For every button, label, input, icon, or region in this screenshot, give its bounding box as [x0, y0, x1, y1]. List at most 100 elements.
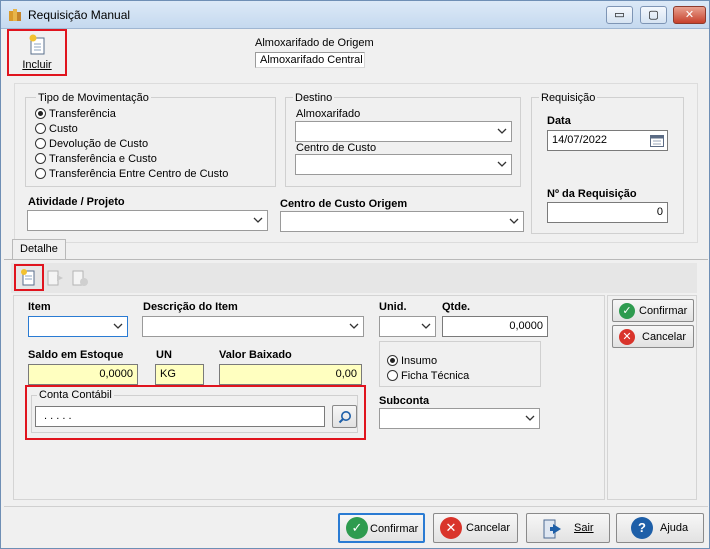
chevron-down-icon	[509, 218, 519, 224]
valor-baixado-label: Valor Baixado	[219, 349, 292, 361]
subconta-label: Subconta	[379, 395, 430, 407]
cancel-icon: ✕	[440, 517, 462, 539]
chevron-down-icon	[497, 161, 507, 167]
un-field: KG	[155, 364, 204, 385]
chevron-down-icon	[113, 323, 123, 329]
atividade-combo[interactable]	[27, 210, 268, 231]
new-document-icon	[29, 34, 45, 55]
close-icon: ✕	[684, 9, 695, 21]
valor-baixado-value: 0,00	[335, 368, 357, 380]
radio-label: Devolução de Custo	[49, 138, 149, 150]
radio-label: Transferência Entre Centro de Custo	[49, 168, 229, 180]
qtde-value: 0,0000	[509, 320, 543, 332]
sair-button[interactable]: Sair	[526, 513, 610, 543]
radio-dot-selected	[35, 108, 46, 119]
destino-title: Destino	[293, 92, 335, 104]
almoxarifado-combo[interactable]	[295, 121, 512, 142]
maximize-button[interactable]: ▢	[640, 6, 667, 24]
conta-contabil-search-button[interactable]	[332, 405, 357, 428]
data-label: Data	[547, 115, 571, 127]
search-icon	[338, 411, 351, 424]
edit-item-icon[interactable]	[45, 268, 65, 288]
origem-value-box: Almoxarifado Central	[255, 52, 365, 68]
centro-custo-combo[interactable]	[295, 154, 512, 175]
exit-icon	[543, 519, 561, 539]
unid-label: Unid.	[379, 301, 407, 313]
radio-insumo[interactable]: Insumo	[387, 355, 437, 367]
subconta-combo[interactable]	[379, 408, 540, 429]
close-button[interactable]: ✕	[673, 6, 706, 24]
cancelar-button[interactable]: ✕ Cancelar	[433, 513, 518, 543]
radio-transferencia[interactable]: Transferência	[35, 108, 116, 120]
numero-requisicao-field[interactable]: 0	[547, 202, 668, 223]
radio-label: Transferência e Custo	[49, 153, 157, 165]
app-icon	[9, 9, 21, 21]
radio-dot	[35, 138, 46, 149]
detalhe-confirmar-label: Confirmar	[639, 305, 688, 317]
confirmar-button[interactable]: ✓ Confirmar	[338, 513, 425, 543]
item-combo[interactable]	[28, 316, 128, 337]
radio-dot	[35, 153, 46, 164]
origem-value: Almoxarifado Central	[260, 54, 363, 66]
radio-devolucao-custo[interactable]: Devolução de Custo	[35, 138, 148, 150]
ajuda-button[interactable]: ? Ajuda	[616, 513, 704, 543]
detalhe-cancelar-label: Cancelar	[642, 331, 687, 343]
conta-contabil-title: Conta Contábil	[37, 389, 114, 401]
radio-dot	[35, 168, 46, 179]
data-field[interactable]: 14/07/2022	[547, 130, 668, 151]
radio-transferencia-custo[interactable]: Transferência e Custo	[35, 153, 157, 165]
check-icon: ✓	[619, 302, 635, 319]
saldo-label: Saldo em Estoque	[28, 349, 124, 361]
new-item-icon[interactable]	[19, 268, 39, 288]
tab-detalhe[interactable]: Detalhe	[12, 239, 66, 259]
radio-dot	[387, 370, 398, 381]
minimize-button[interactable]: ▭	[606, 6, 633, 24]
detalhe-confirmar-button[interactable]: ✓ Confirmar	[612, 299, 694, 322]
window-title: Requisição Manual	[28, 8, 131, 22]
centro-custo-label: Centro de Custo	[296, 142, 377, 154]
numero-requisicao-value: 0	[656, 206, 663, 218]
conta-contabil-field[interactable]: . . . . .	[35, 406, 325, 427]
cancelar-label: Cancelar	[466, 522, 511, 534]
un-label: UN	[156, 349, 172, 361]
almoxarifado-label: Almoxarifado	[296, 108, 361, 120]
saldo-value: 0,0000	[99, 368, 133, 380]
title-bar[interactable]: Requisição Manual ▭ ▢ ✕	[1, 1, 709, 29]
centro-custo-origem-combo[interactable]	[280, 211, 524, 232]
radio-dot	[35, 123, 46, 134]
check-icon: ✓	[346, 517, 368, 539]
delete-item-icon[interactable]	[70, 268, 90, 288]
chevron-down-icon	[497, 128, 507, 134]
radio-custo[interactable]: Custo	[35, 123, 78, 135]
tipo-movimentacao-title: Tipo de Movimentação	[36, 92, 151, 104]
requisicao-manual-window: Requisição Manual ▭ ▢ ✕ Incluir Almoxari…	[0, 0, 710, 549]
atividade-label: Atividade / Projeto	[28, 196, 125, 208]
radio-transferencia-centro-custo[interactable]: Transferência Entre Centro de Custo	[35, 168, 228, 180]
calendar-icon[interactable]	[650, 134, 664, 147]
qtde-label: Qtde.	[442, 301, 471, 313]
unid-combo[interactable]	[379, 316, 436, 337]
radio-label: Transferência	[49, 108, 116, 120]
radio-dot-selected	[387, 355, 398, 366]
radio-label: Insumo	[401, 355, 438, 367]
radio-ficha-tecnica[interactable]: Ficha Técnica	[387, 370, 469, 382]
saldo-field: 0,0000	[28, 364, 138, 385]
detalhe-cancelar-button[interactable]: ✕ Cancelar	[612, 325, 694, 348]
footer-divider	[4, 506, 708, 507]
descricao-combo[interactable]	[142, 316, 364, 337]
centro-custo-origem-label: Centro de Custo Origem	[280, 198, 408, 210]
radio-label: Ficha Técnica	[401, 370, 470, 382]
ajuda-label: Ajuda	[660, 522, 689, 534]
chevron-down-icon	[253, 217, 263, 223]
incluir-button[interactable]: Incluir	[11, 32, 63, 72]
un-value: KG	[160, 368, 176, 380]
radio-label: Custo	[49, 123, 78, 135]
help-icon: ?	[631, 517, 653, 539]
qtde-field[interactable]: 0,0000	[442, 316, 548, 337]
requisicao-title: Requisição	[539, 92, 598, 104]
tab-detalhe-label: Detalhe	[20, 243, 58, 255]
detalhe-toolbar	[11, 263, 697, 293]
descricao-label: Descrição do Item	[143, 301, 238, 313]
numero-requisicao-label: Nº da Requisição	[547, 188, 637, 200]
chevron-down-icon	[421, 323, 431, 329]
